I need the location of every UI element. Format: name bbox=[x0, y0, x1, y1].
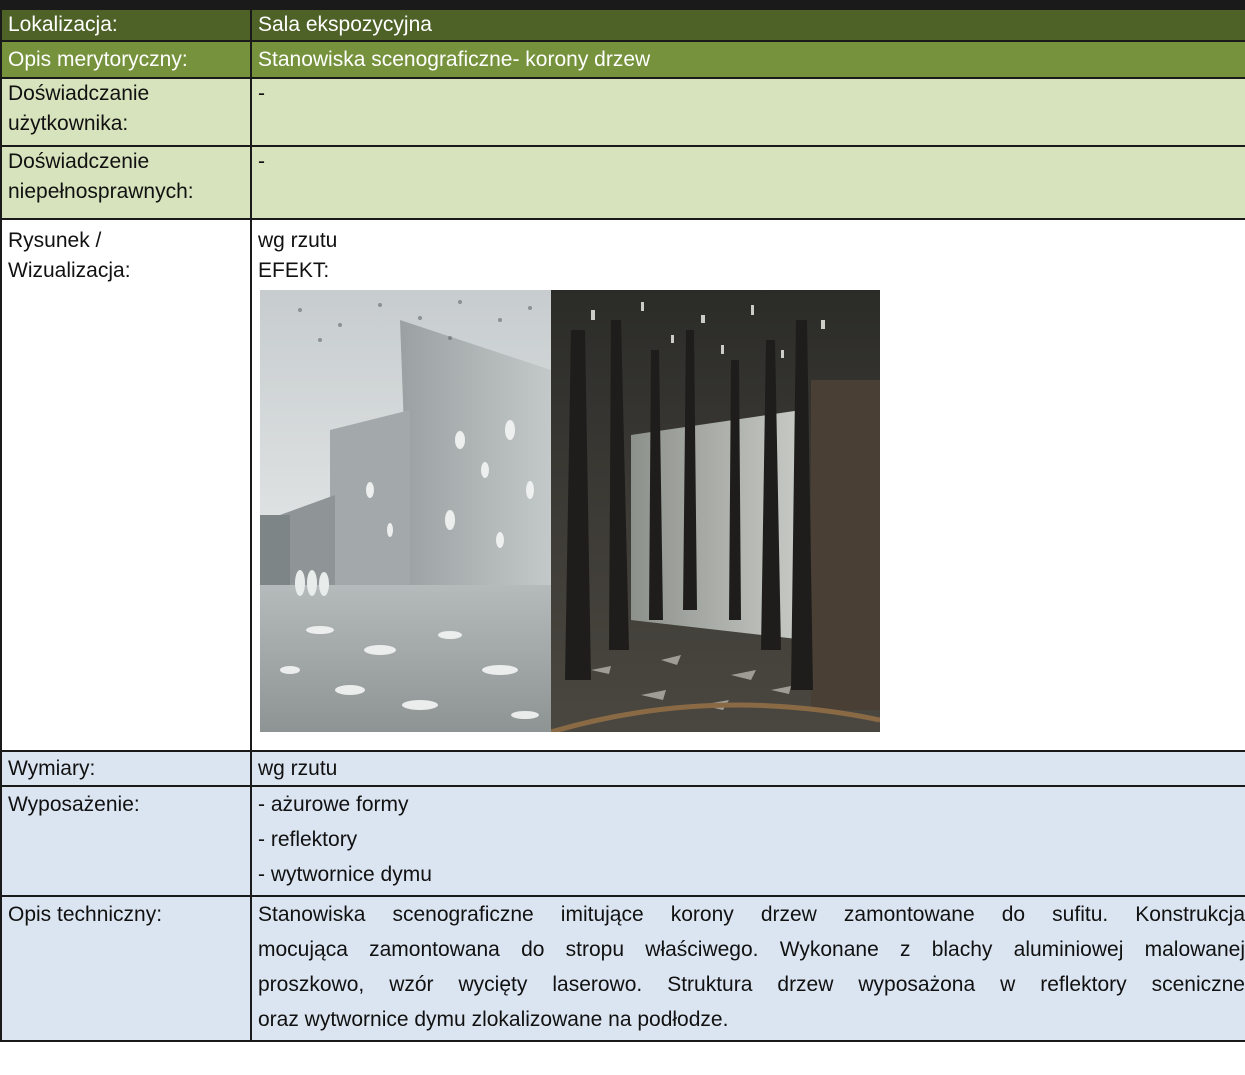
dimensions-label: Wymiary: bbox=[0, 750, 252, 787]
disabled-experience-label-line1: Doświadczenie bbox=[8, 150, 150, 173]
top-border-bar bbox=[0, 0, 1245, 8]
technical-description-line: Stanowiska scenograficzne imitujące koro… bbox=[258, 903, 1245, 926]
disabled-experience-label-line2: niepełnosprawnych: bbox=[8, 180, 194, 203]
content-description-value: Stanowiska scenograficzne- korony drzew bbox=[250, 40, 1245, 79]
visualization-images bbox=[260, 290, 880, 732]
technical-description-line: mocująca zamontowana do stropu właściweg… bbox=[258, 938, 1245, 961]
row-technical-description: Opis techniczny: Stanowiska scenograficz… bbox=[0, 895, 1245, 1042]
row-disabled-experience: Doświadczenie niepełnosprawnych: - bbox=[0, 145, 1245, 220]
user-experience-label: Doświadczanie użytkownika: bbox=[0, 77, 252, 147]
drawing-label-line1: Rysunek / bbox=[8, 229, 102, 252]
exhibit-spec-table: Lokalizacja: Sala ekspozycyjna Opis mery… bbox=[0, 8, 1245, 1042]
equipment-item: - wytwornice dymu bbox=[258, 863, 432, 886]
user-experience-label-line2: użytkownika: bbox=[8, 112, 129, 135]
equipment-item: - reflektory bbox=[258, 828, 358, 851]
row-location: Lokalizacja: Sala ekspozycyjna bbox=[0, 8, 1245, 42]
drawing-value-line1: wg rzutu bbox=[258, 229, 338, 252]
drawing-label: Rysunek / Wizualizacja: bbox=[0, 218, 252, 752]
row-dimensions: Wymiary: wg rzutu bbox=[0, 750, 1245, 787]
equipment-item: - ażurowe formy bbox=[258, 793, 409, 816]
user-experience-label-line1: Doświadczanie bbox=[8, 82, 150, 105]
dark-hall-render-image bbox=[551, 290, 880, 732]
technical-description-text: Stanowiska scenograficzne imitujące koro… bbox=[250, 895, 1245, 1042]
drawing-value-line2: EFEKT: bbox=[258, 259, 330, 282]
gallery-render-graphic bbox=[260, 290, 551, 732]
technical-description-line: oraz wytwornice dymu zlokalizowane na po… bbox=[258, 1008, 729, 1031]
drawing-value: wg rzutu EFEKT: bbox=[250, 218, 1245, 752]
drawing-label-line2: Wizualizacja: bbox=[8, 259, 131, 282]
gallery-render-image bbox=[260, 290, 551, 732]
row-drawing-visualization: Rysunek / Wizualizacja: wg rzutu EFEKT: bbox=[0, 218, 1245, 752]
technical-description-line: proszkowo, wzór wycięty laserowo. Strukt… bbox=[258, 973, 1245, 996]
content-description-label: Opis merytoryczny: bbox=[0, 40, 252, 79]
row-content-description: Opis merytoryczny: Stanowiska scenografi… bbox=[0, 40, 1245, 79]
disabled-experience-value: - bbox=[250, 145, 1245, 220]
row-equipment: Wyposażenie: - ażurowe formy - reflektor… bbox=[0, 785, 1245, 897]
disabled-experience-label: Doświadczenie niepełnosprawnych: bbox=[0, 145, 252, 220]
location-label: Lokalizacja: bbox=[0, 8, 252, 42]
dark-hall-render-graphic bbox=[551, 290, 880, 732]
user-experience-value: - bbox=[250, 77, 1245, 147]
equipment-list: - ażurowe formy - reflektory - wytwornic… bbox=[250, 785, 1245, 897]
location-value: Sala ekspozycyjna bbox=[250, 8, 1245, 42]
row-user-experience: Doświadczanie użytkownika: - bbox=[0, 77, 1245, 147]
technical-description-label: Opis techniczny: bbox=[0, 895, 252, 1042]
dimensions-value: wg rzutu bbox=[250, 750, 1245, 787]
equipment-label: Wyposażenie: bbox=[0, 785, 252, 897]
